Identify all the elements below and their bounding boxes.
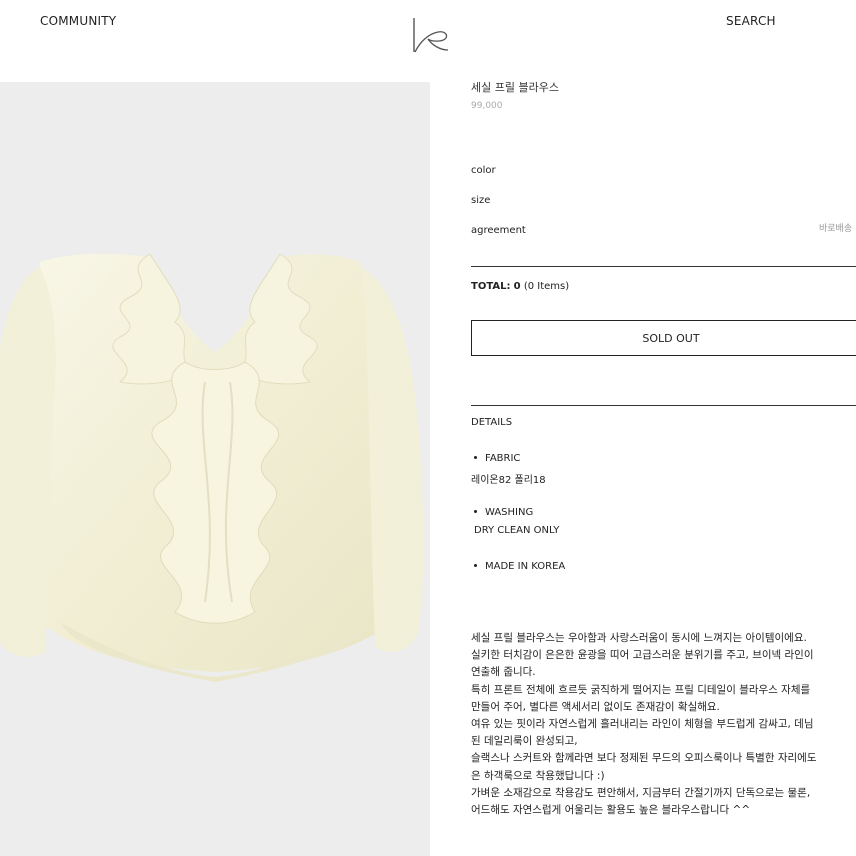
- total-label: TOTAL:: [471, 281, 511, 292]
- bullet-icon: [474, 509, 477, 513]
- description-line: 실키한 터치감이 은은한 윤광을 띠어 고급스러운 분위기를 주고, 브이넥 라…: [471, 649, 814, 662]
- description-line: 가벼운 소재감으로 착용감도 편안해서, 지금부터 간절기까지 단독으로는 물론…: [471, 786, 811, 799]
- option-color-label[interactable]: color: [471, 165, 496, 176]
- details-heading[interactable]: DETAILS: [471, 417, 512, 428]
- description-line: 어드해도 자연스럽게 어울리는 활용도 높은 블라우스랍니다 ^^: [471, 803, 751, 816]
- product-price: 99,000: [471, 101, 503, 111]
- description-line: 여유 있는 핏이라 자연스럽게 흘러내리는 라인이 체형을 부드럽게 감싸고, …: [471, 717, 814, 730]
- divider: [471, 405, 856, 406]
- fabric-label-row: FABRIC: [471, 453, 520, 464]
- fabric-value: 레이온82 폴리18: [471, 475, 546, 486]
- fabric-label: FABRIC: [485, 453, 521, 464]
- option-size-label[interactable]: size: [471, 195, 490, 206]
- product-title: 세실 프릴 블라우스: [471, 81, 559, 94]
- divider: [471, 266, 856, 267]
- sold-out-button[interactable]: SOLD OUT: [471, 320, 856, 356]
- washing-value: DRY CLEAN ONLY: [474, 525, 560, 536]
- washing-label: WASHING: [485, 507, 534, 518]
- ke-monogram-logo-icon[interactable]: [408, 12, 452, 56]
- ruffle-blouse-photo-icon: [0, 253, 424, 682]
- description-line: 연출해 줍니다.: [471, 666, 536, 679]
- delivery-note: 바로배송: [819, 224, 853, 234]
- description-line: 특히 프론트 전체에 흐르듯 굵직하게 떨어지는 프릴 디테일이 블라우스 자체…: [471, 683, 811, 696]
- product-info-panel: 세실 프릴 블라우스 99,000 color size agreement 바…: [471, 0, 856, 856]
- description-line: 은 하객룩으로 착용했답니다 :): [471, 769, 605, 782]
- description-line: 세실 프릴 블라우스는 우아함과 사랑스러움이 동시에 느껴지는 아이템이에요.: [471, 632, 807, 644]
- nav-community-link[interactable]: COMMUNITY: [40, 14, 116, 28]
- description-line: 슬랙스나 스커트와 함께라면 보다 정제된 무드의 오피스룩이나 특별한 자리에…: [471, 752, 817, 765]
- total-items: (0 Items): [523, 281, 570, 292]
- bullet-icon: [474, 563, 477, 567]
- washing-label-row: WASHING: [471, 507, 533, 518]
- description-line: 된 데일리룩이 완성되고,: [471, 735, 578, 748]
- total-summary: TOTAL: 0 (0 Items): [471, 281, 569, 292]
- product-image[interactable]: [0, 82, 430, 856]
- origin-label: MADE IN KOREA: [485, 561, 566, 572]
- product-description: 세실 프릴 블라우스는 우아함과 사랑스러움이 동시에 느껴지는 아이템이에요.…: [471, 630, 856, 819]
- bullet-icon: [474, 455, 477, 459]
- origin-row: MADE IN KOREA: [471, 561, 565, 572]
- total-amount: 0: [513, 281, 521, 292]
- description-line: 만들어 주어, 별다른 액세서리 없이도 존재감이 확실해요.: [471, 700, 720, 713]
- option-agreement-label[interactable]: agreement: [471, 225, 526, 236]
